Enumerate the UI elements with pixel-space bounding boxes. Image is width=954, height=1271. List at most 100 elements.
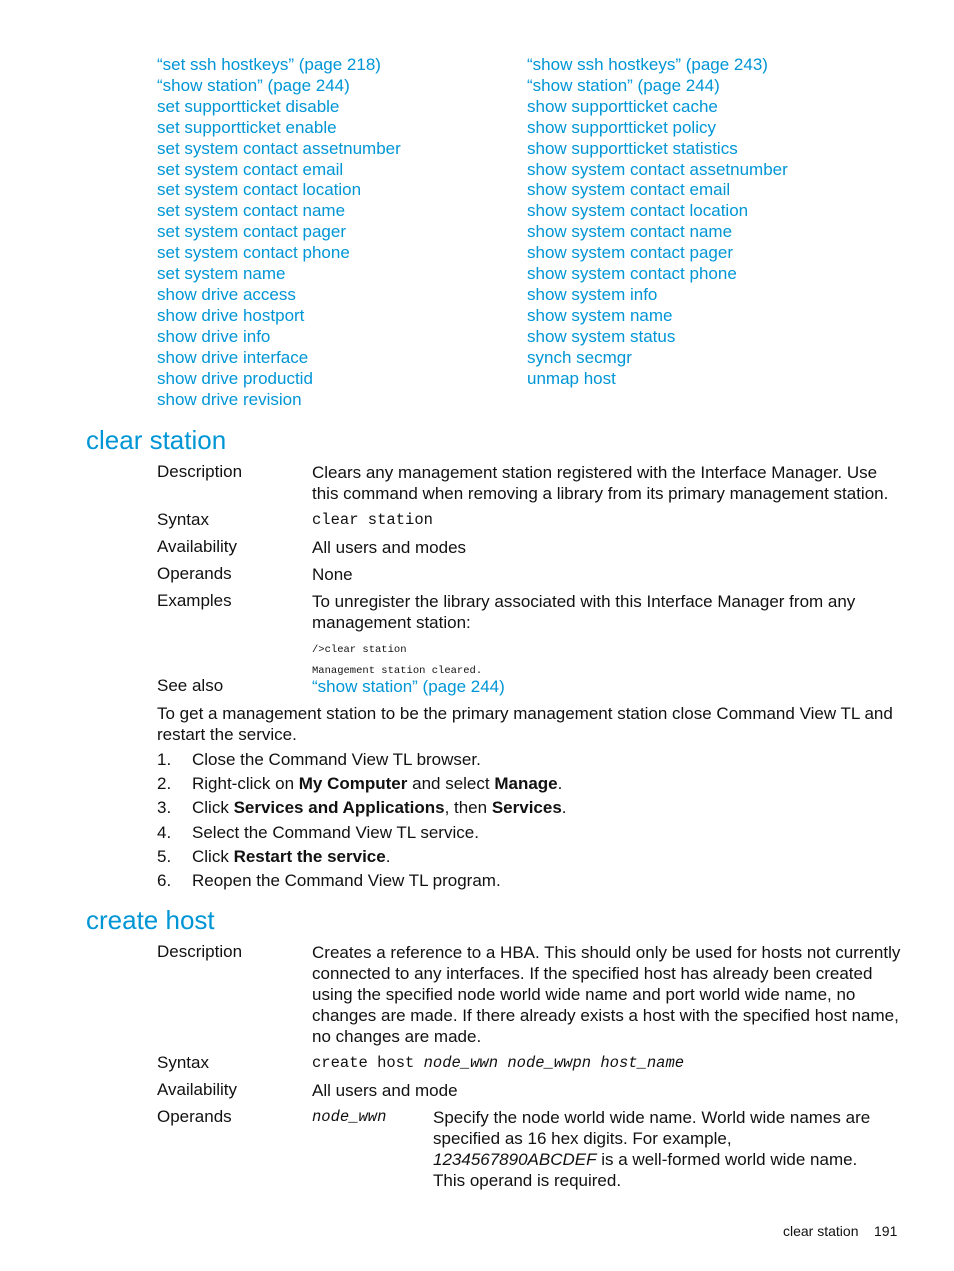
see-also-item: “show ssh hostkeys” (page 243)	[527, 55, 788, 76]
syntax-command: create host	[312, 1054, 424, 1072]
step-item: 4. Select the Command View TL service.	[157, 822, 902, 846]
step-text-part: and select	[407, 774, 495, 794]
syntax-code: clear station	[312, 511, 433, 529]
step-number: 6.	[157, 870, 172, 890]
section-heading-clear-station: clear station	[86, 425, 227, 455]
see-also-link[interactable]: set system contact name	[157, 201, 345, 220]
see-also-link[interactable]: show system contact pager	[527, 243, 733, 262]
see-also-link[interactable]: set system contact assetnumber	[157, 139, 401, 158]
see-also-link[interactable]: set supportticket enable	[157, 118, 337, 137]
see-also-link[interactable]: show drive interface	[157, 348, 308, 367]
see-also-item: set system contact email	[157, 160, 401, 181]
see-also-link[interactable]: show supportticket statistics	[527, 139, 738, 158]
availability-text: All users and modes	[312, 538, 467, 557]
see-also-item: show system contact assetnumber	[527, 160, 788, 181]
description-label: Description	[157, 942, 243, 961]
see-also-link[interactable]: show drive hostport	[157, 306, 304, 325]
see-also-link[interactable]: show system contact location	[527, 201, 748, 220]
see-also-link[interactable]: “show station” (page 244)	[157, 76, 350, 95]
step-bold-term: My Computer	[298, 774, 408, 794]
see-also-link[interactable]: show drive info	[157, 327, 270, 346]
step-text-part: Click	[192, 798, 234, 818]
step-item: 3. Click Services and Applications, then …	[157, 797, 902, 821]
see-also-item: set system contact assetnumber	[157, 139, 401, 160]
step-bold-term: Services and Applications	[233, 798, 445, 818]
see-also-link[interactable]: set supportticket disable	[157, 97, 339, 116]
description-label: Description	[157, 462, 243, 481]
see-also-item: set system contact name	[157, 201, 401, 222]
see-also-link[interactable]: show system contact assetnumber	[527, 160, 788, 179]
step-item: 6. Reopen the Command View TL program.	[157, 870, 902, 894]
step-text-part: .	[561, 798, 567, 818]
step-text-part: .	[385, 846, 391, 866]
step-text: Reopen the Command View TL program.	[192, 870, 501, 891]
step-text-part: .	[557, 774, 563, 794]
step-text-part: Click	[192, 846, 234, 866]
see-also-link[interactable]: show system contact email	[527, 180, 730, 199]
see-also-item: show system contact pager	[527, 243, 788, 264]
footer-page-number: 191	[874, 1223, 898, 1239]
see-also-link[interactable]: show drive access	[157, 285, 296, 304]
see-also-item: show supportticket statistics	[527, 139, 788, 160]
availability-text: All users and mode	[312, 1081, 458, 1100]
step-text-part: Close the Command View TL browser.	[192, 750, 481, 769]
see-also-list-right: “show ssh hostkeys” (page 243) “show stat…	[527, 55, 788, 390]
see-also-link[interactable]: show system status	[527, 327, 675, 346]
see-also-link[interactable]: show drive productid	[157, 369, 313, 388]
see-also-item: set supportticket disable	[157, 97, 401, 118]
see-also-item: set supportticket enable	[157, 118, 401, 139]
description-text: Clears any management station registered…	[312, 463, 889, 503]
see-also-item: show system name	[527, 306, 788, 327]
see-also-link[interactable]: show supportticket cache	[527, 97, 718, 116]
step-text: Select the Command View TL service.	[192, 822, 479, 843]
section-heading-create-host: create host	[86, 905, 215, 935]
see-also-link[interactable]: “show station” (page 244)	[527, 76, 720, 95]
see-also-item: show drive interface	[157, 348, 401, 369]
see-also-link[interactable]: set system contact location	[157, 180, 361, 199]
restart-intro-paragraph: To get a management station to be the pr…	[157, 704, 893, 744]
operand-name: node_wwn	[312, 1108, 387, 1126]
operands-label: Operands	[157, 564, 232, 583]
see-also-item: “show station” (page 244)	[527, 76, 788, 97]
step-number: 2.	[157, 774, 172, 794]
see-also-link[interactable]: show system name	[527, 306, 673, 325]
see-also-link[interactable]: synch secmgr	[527, 348, 632, 367]
footer-section-name: clear station	[783, 1223, 859, 1239]
step-text: Close the Command View TL browser.	[192, 749, 481, 770]
see-also-item: “set ssh hostkeys” (page 218)	[157, 55, 401, 76]
see-also-link[interactable]: set system contact phone	[157, 243, 350, 262]
see-also-link[interactable]: set system name	[157, 264, 286, 283]
operand-description: Specify the node world wide name. World …	[433, 1107, 893, 1191]
see-also-link[interactable]: show drive revision	[157, 390, 302, 409]
see-also-link[interactable]: “show ssh hostkeys” (page 243)	[527, 55, 768, 74]
step-number: 3.	[157, 798, 172, 818]
see-also-item: show drive info	[157, 327, 401, 348]
see-also-link[interactable]: set system contact pager	[157, 222, 346, 241]
see-also-link-show-station[interactable]: “show station” (page 244)	[312, 676, 902, 697]
see-also-link[interactable]: set system contact email	[157, 160, 343, 179]
step-bold-term: Restart the service	[233, 846, 386, 866]
operands-text: None	[312, 565, 353, 584]
operand-desc-part1: Specify the node world wide name. World …	[433, 1108, 871, 1148]
see-also-link[interactable]: “set ssh hostkeys” (page 218)	[157, 55, 381, 74]
see-also-item: show system contact phone	[527, 264, 788, 285]
see-also-link[interactable]: unmap host	[527, 369, 616, 388]
see-also-link[interactable]: show system info	[527, 285, 657, 304]
syntax-arguments: node_wwn node_wwpn host_name	[423, 1054, 685, 1072]
see-also-item: show supportticket policy	[527, 118, 788, 139]
step-number: 5.	[157, 846, 172, 866]
see-also-item: set system name	[157, 264, 401, 285]
see-also-item: show drive productid	[157, 369, 401, 390]
syntax-code: create host node_wwn node_wwpn host_name	[312, 1053, 902, 1074]
see-also-link[interactable]: show system contact name	[527, 222, 732, 241]
examples-text: To unregister the library associated wit…	[312, 592, 856, 632]
step-text-part: Reopen the Command View TL program.	[192, 870, 501, 890]
step-text: Right-click on My Computer and select Ma…	[192, 773, 562, 794]
step-text-part: , then	[444, 798, 492, 818]
see-also-item: synch secmgr	[527, 348, 788, 369]
syntax-label: Syntax	[157, 1053, 209, 1072]
see-also-link[interactable]: show supportticket policy	[527, 118, 716, 137]
step-item: 5. Click Restart the service.	[157, 846, 902, 870]
see-also-link[interactable]: show system contact phone	[527, 264, 737, 283]
see-also-item: set system contact phone	[157, 243, 401, 264]
